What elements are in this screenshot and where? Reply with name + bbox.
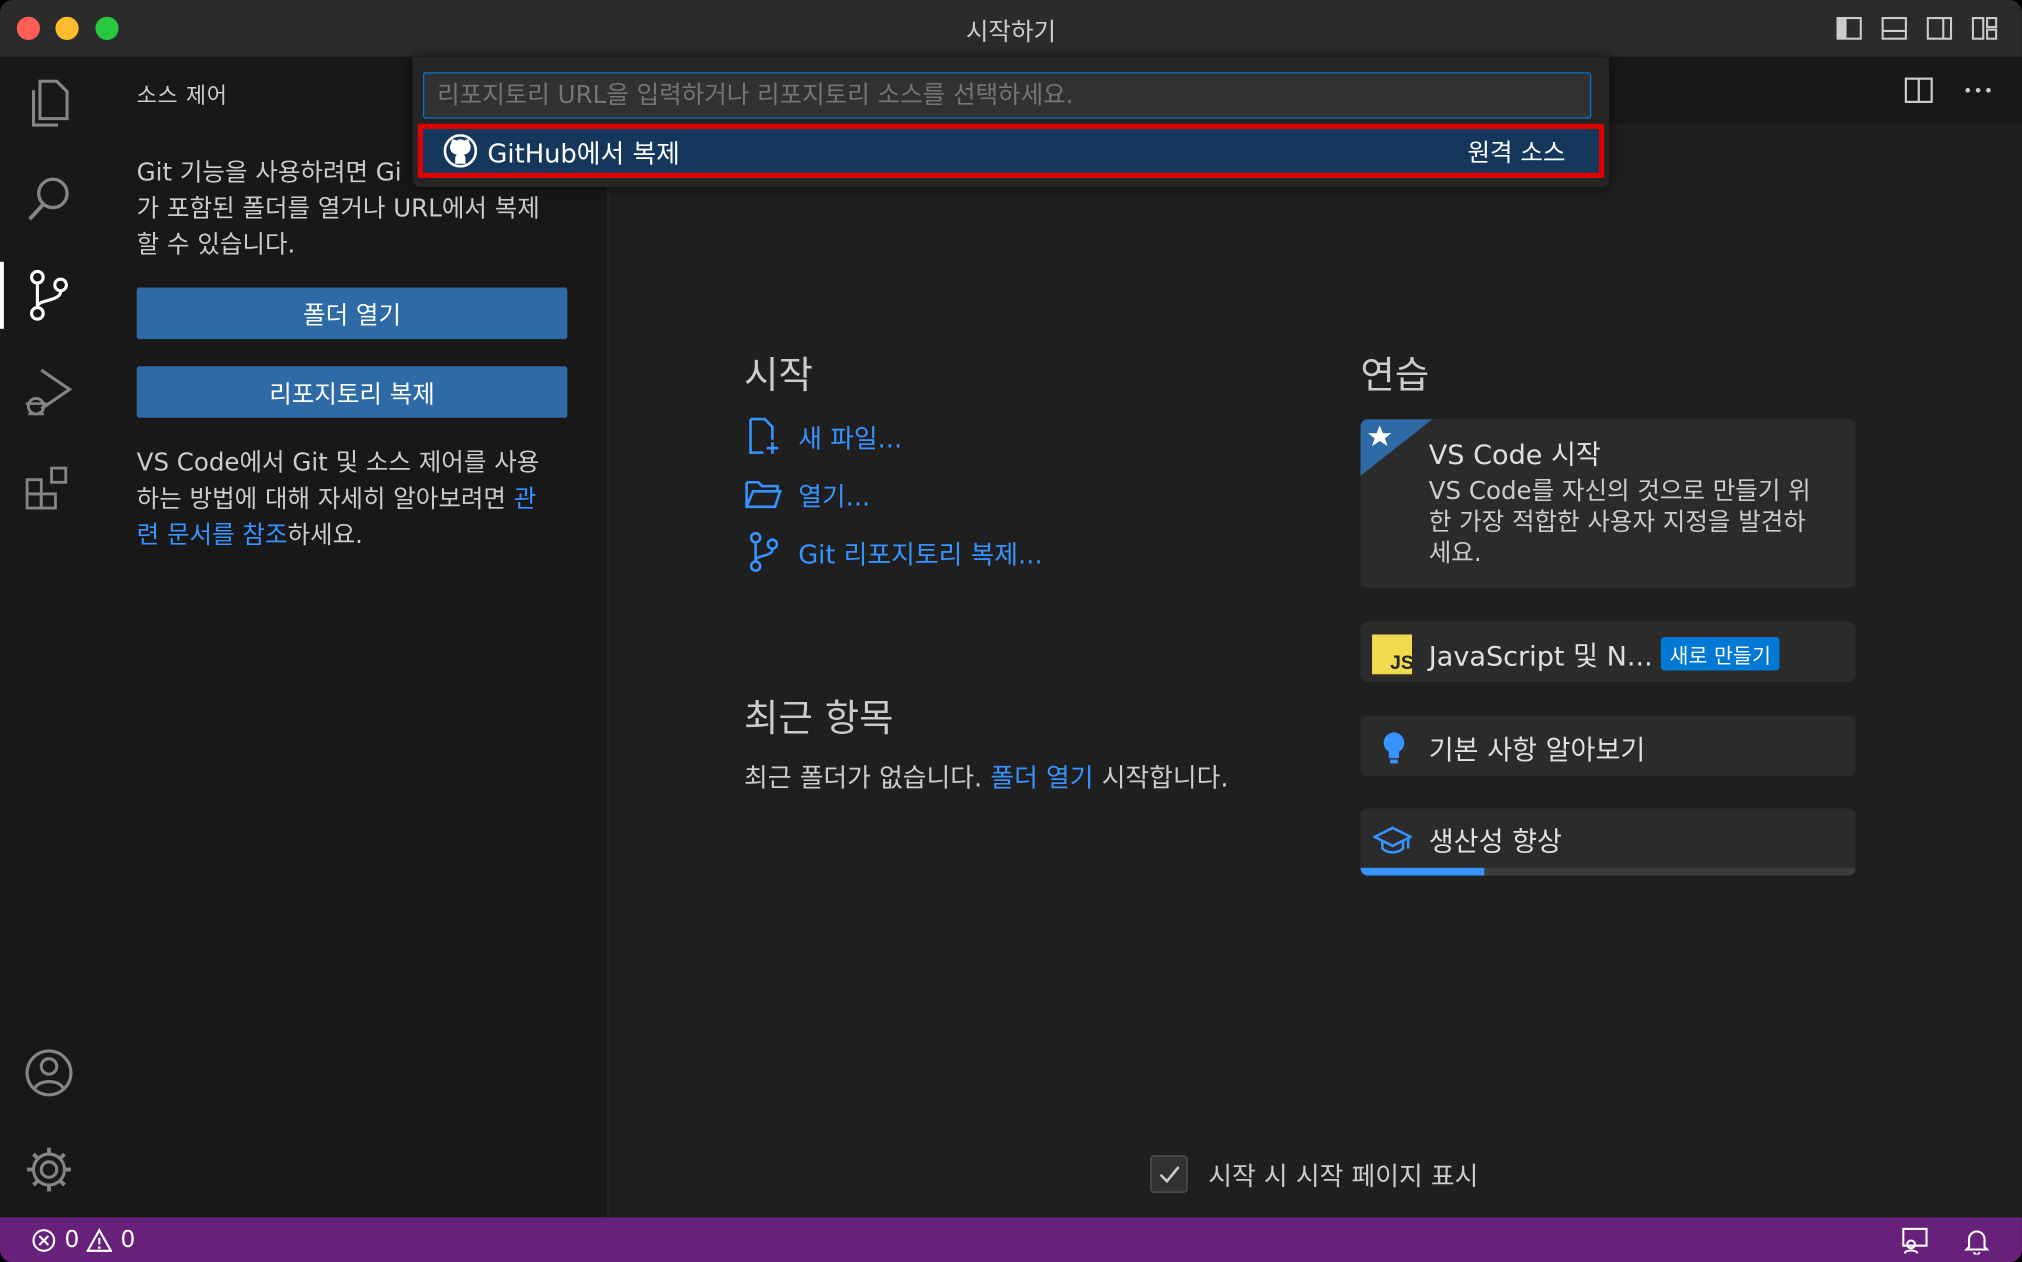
error-count: 0 xyxy=(64,1226,80,1254)
toggle-primary-sidebar-icon[interactable] xyxy=(1835,14,1863,42)
new-badge: 새로 만들기 xyxy=(1660,637,1780,671)
walkthrough-progress-fill xyxy=(1360,867,1485,876)
sidebar-intro-line-2: 가 포함된 폴더를 열거나 URL에서 복제 xyxy=(136,194,540,224)
walkthrough-title: 기본 사항 알아보기 xyxy=(1428,735,1646,766)
recent-heading: 최근 항목 xyxy=(744,696,894,741)
walkthrough-title: 생산성 향상 xyxy=(1428,826,1562,858)
walkthrough-card-productivity[interactable]: 생산성 향상 xyxy=(1360,808,1856,876)
title-bar: 시작하기 xyxy=(0,0,2022,59)
split-editor-icon[interactable] xyxy=(1903,75,1934,111)
extensions-icon xyxy=(25,466,67,510)
customize-layout-icon[interactable] xyxy=(1970,14,1998,42)
open-folder-button[interactable]: 폴더 열기 xyxy=(136,287,568,340)
walkthrough-title: JavaScript 및 N... 새로 만들기 xyxy=(1429,636,1780,675)
docs-suffix: 하세요. xyxy=(287,520,363,550)
featured-star-icon xyxy=(1360,419,1433,476)
status-bar: 0 0 xyxy=(0,1217,2022,1262)
recent-prefix: 최근 폴더가 없습니다. xyxy=(744,762,991,794)
window-title: 시작하기 xyxy=(965,18,1057,47)
sidebar-docs-line-2: 하는 방법에 대해 자세히 알아보려면 관 xyxy=(137,481,575,517)
docs-link-part-1[interactable]: 관 xyxy=(514,485,537,513)
accounts-icon xyxy=(24,1049,72,1097)
status-bar-right xyxy=(1901,1226,1991,1255)
walkthrough-description-line-1: VS Code를 자신의 것으로 만들기 위 xyxy=(1428,477,1811,506)
open-link[interactable]: 열기... xyxy=(744,475,870,514)
sidebar-docs-line-3: 련 문서를 참조하세요. xyxy=(137,517,575,553)
walkthrough-card-javascript[interactable]: JS JavaScript 및 N... 새로 만들기 xyxy=(1360,621,1856,683)
warning-icon xyxy=(86,1227,113,1252)
feedback-icon[interactable] xyxy=(1901,1226,1929,1254)
explorer-icon xyxy=(31,79,68,127)
graduation-cap-icon xyxy=(1373,826,1413,854)
editor-actions xyxy=(1903,75,1993,111)
clone-from-github-label: GitHub에서 복제 xyxy=(487,137,680,169)
sidebar-docs-line-1: VS Code에서 Git 및 소스 제어를 사용 xyxy=(136,448,540,478)
problems-indicator[interactable]: 0 0 xyxy=(31,1226,135,1253)
recent-empty-message: 최근 폴더가 없습니다. 폴더 열기 시작합니다. xyxy=(744,757,1228,794)
clone-from-github-option[interactable]: GitHub에서 복제 원격 소스 xyxy=(417,123,1605,178)
explorer-activity[interactable] xyxy=(0,64,97,141)
extensions-activity[interactable] xyxy=(0,450,97,527)
accounts-activity[interactable] xyxy=(0,1034,97,1111)
git-clone-icon xyxy=(744,531,783,572)
activity-bar xyxy=(0,56,99,1218)
walkthrough-description: VS Code를 자신의 것으로 만들기 위 한 가장 적합한 사용자 지정을 … xyxy=(1429,476,1811,569)
remote-source-description: 원격 소스 xyxy=(1467,138,1566,167)
sidebar-title: 소스 제어 xyxy=(136,83,228,110)
manage-activity[interactable] xyxy=(0,1131,97,1208)
javascript-icon: JS xyxy=(1372,634,1413,675)
checkmark-icon xyxy=(1158,1165,1179,1183)
more-actions-icon[interactable] xyxy=(1963,75,1994,111)
recent-open-folder-link[interactable]: 폴더 열기 xyxy=(990,762,1093,793)
show-on-startup-row: 시작 시 시작 페이지 표시 xyxy=(1150,1155,1479,1193)
new-file-label: 새 파일... xyxy=(798,422,903,454)
toggle-panel-icon[interactable] xyxy=(1880,14,1908,42)
layout-controls xyxy=(1835,14,1999,42)
start-heading: 시작 xyxy=(744,353,813,398)
vscode-window: 시작하기 소스 제어 Git 기능을 사용하려면 Gi 가 포함된 폴더를 열거… xyxy=(0,0,2022,1262)
search-icon xyxy=(27,177,69,221)
github-icon xyxy=(443,134,478,168)
lightbulb-icon xyxy=(1383,732,1405,764)
new-file-icon xyxy=(744,417,783,456)
new-file-link[interactable]: 새 파일... xyxy=(744,417,902,456)
recent-suffix: 시작합니다. xyxy=(1093,762,1229,794)
walkthrough-description-line-2: 한 가장 적합한 사용자 지정을 발견하 xyxy=(1428,508,1806,537)
search-activity[interactable] xyxy=(0,160,97,237)
walkthrough-js-title: JavaScript 및 N... xyxy=(1428,640,1653,672)
toggle-secondary-sidebar-icon[interactable] xyxy=(1925,14,1953,42)
open-folder-icon xyxy=(744,475,783,514)
sidebar-intro-line-3: 할 수 있습니다. xyxy=(136,230,296,260)
walkthrough-title: VS Code 시작 xyxy=(1428,439,1601,471)
repository-url-input[interactable] xyxy=(422,72,1592,119)
clone-quick-pick: GitHub에서 복제 원격 소스 xyxy=(412,56,1610,187)
show-on-startup-checkbox[interactable] xyxy=(1150,1155,1188,1193)
clone-git-repo-label: Git 리포지토리 복제... xyxy=(798,538,1043,570)
svg-text:JS: JS xyxy=(1390,652,1412,674)
walkthrough-card-get-started[interactable]: VS Code 시작 VS Code를 자신의 것으로 만들기 위 한 가장 적… xyxy=(1360,419,1856,589)
walkthroughs-heading: 연습 xyxy=(1360,353,1430,398)
source-control-icon xyxy=(29,269,68,321)
run-debug-icon xyxy=(25,368,72,416)
clone-git-repo-link[interactable]: Git 리포지토리 복제... xyxy=(744,531,1043,572)
docs-link-part-2[interactable]: 련 문서를 참조 xyxy=(137,521,288,549)
clone-repository-button[interactable]: 리포지토리 복제 xyxy=(136,366,568,418)
run-debug-activity[interactable] xyxy=(0,353,97,430)
source-control-sidebar: 소스 제어 Git 기능을 사용하려면 Gi 가 포함된 폴더를 열거나 URL… xyxy=(96,56,609,1218)
walkthrough-progress-track xyxy=(1360,867,1856,876)
source-control-activity[interactable] xyxy=(0,257,97,334)
show-on-startup-label: 시작 시 시작 페이지 표시 xyxy=(1208,1160,1479,1192)
manage-gear-icon xyxy=(26,1147,71,1192)
editor-area: 시작 새 파일... 열기... Git 리포지토리 복제... 최근 항목 최… xyxy=(608,56,2022,1218)
warning-count: 0 xyxy=(120,1226,136,1254)
walkthrough-card-fundamentals[interactable]: 기본 사항 알아보기 xyxy=(1360,715,1856,777)
error-icon xyxy=(32,1228,56,1252)
open-label: 열기... xyxy=(798,480,871,512)
docs-text: 하는 방법에 대해 자세히 알아보려면 xyxy=(136,484,514,514)
notifications-bell-icon[interactable] xyxy=(1963,1226,1991,1255)
walkthrough-description-line-3: 세요. xyxy=(1428,539,1482,568)
